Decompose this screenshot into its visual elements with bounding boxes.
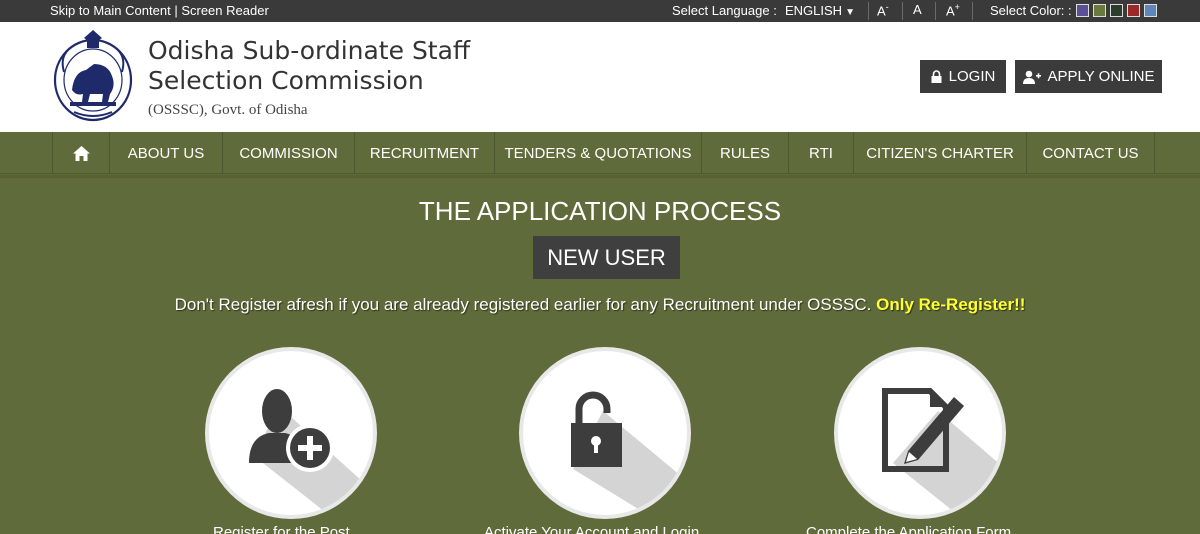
apply-online-label: APPLY ONLINE [1047, 68, 1155, 85]
color-swatch[interactable] [1076, 4, 1089, 17]
site-title-line1: Odisha Sub-ordinate Staff [148, 36, 471, 65]
skip-to-main-content-link[interactable]: Skip to Main Content [50, 3, 171, 18]
user-add-icon [249, 389, 373, 515]
login-label: LOGIN [948, 68, 996, 85]
font-decrease-label: A [877, 3, 886, 19]
font-normal-button[interactable]: A [913, 2, 922, 17]
language-select-value: ENGLISH [785, 3, 843, 18]
user-add-icon [1022, 70, 1041, 84]
home-icon [72, 145, 90, 161]
nav-commission[interactable]: COMMISSION [222, 132, 354, 174]
notice-highlight: Only Re-Register!! [876, 295, 1026, 314]
divider [902, 2, 903, 20]
site-subtitle: (OSSSC), Govt. of Odisha [148, 102, 308, 118]
nav-home[interactable] [52, 132, 109, 174]
color-label: Select Color: : [990, 3, 1072, 18]
odisha-emblem-logo [53, 30, 133, 122]
login-button[interactable]: LOGIN [920, 60, 1006, 93]
main-navigation: ABOUT US COMMISSION RECRUITMENT TENDERS … [0, 132, 1200, 174]
step-activate-circle[interactable] [523, 351, 687, 515]
step-register-circle[interactable] [209, 351, 373, 515]
accessibility-links: Skip to Main Content | Screen Reader [50, 3, 269, 18]
font-increase-label: A [946, 3, 955, 19]
step-complete-form-circle[interactable] [838, 351, 1002, 515]
chevron-down-icon: ▼ [845, 7, 855, 18]
step-activate-label: Activate Your Account and Login [484, 524, 700, 534]
edit-form-icon [882, 388, 1002, 515]
registration-notice: Don't Register afresh if you are already… [0, 295, 1200, 315]
nav-rules[interactable]: RULES [701, 132, 788, 174]
nav-about-us[interactable]: ABOUT US [109, 132, 222, 174]
step-register-label: Register for the Post [213, 524, 350, 534]
apply-online-button[interactable]: APPLY ONLINE [1015, 60, 1162, 93]
nav-tenders-quotations[interactable]: TENDERS & QUOTATIONS [494, 132, 701, 174]
divider [935, 2, 936, 20]
new-user-badge: NEW USER [533, 236, 680, 279]
nav-citizens-charter[interactable]: CITIZEN'S CHARTER [853, 132, 1026, 174]
nav-rti[interactable]: RTI [788, 132, 853, 174]
color-swatch[interactable] [1127, 4, 1140, 17]
divider [972, 2, 973, 20]
language-select[interactable]: ENGLISH ▼ [785, 3, 855, 18]
application-process-section: THE APPLICATION PROCESS NEW USER Don't R… [0, 175, 1200, 534]
unlock-icon [571, 391, 687, 515]
font-increase-button[interactable]: A+ [946, 2, 960, 18]
color-swatch[interactable] [1144, 4, 1157, 17]
lock-icon [931, 70, 942, 83]
step-complete-form-label: Complete the Application Form [806, 524, 1012, 534]
screen-reader-link[interactable]: Screen Reader [181, 3, 268, 18]
section-title: THE APPLICATION PROCESS [418, 196, 782, 226]
color-swatch[interactable] [1093, 4, 1106, 17]
top-utility-bar: Skip to Main Content | Screen Reader Sel… [0, 0, 1200, 22]
nav-recruitment[interactable]: RECRUITMENT [354, 132, 494, 174]
site-header: Odisha Sub-ordinate Staff Selection Comm… [0, 22, 1200, 132]
notice-text: Don't Register afresh if you are already… [174, 295, 872, 314]
language-label: Select Language : [672, 3, 777, 18]
color-swatch[interactable] [1110, 4, 1123, 17]
link-divider: | [174, 3, 178, 18]
font-decrease-button[interactable]: A- [877, 2, 889, 18]
nav-contact-us[interactable]: CONTACT US [1026, 132, 1155, 174]
divider [868, 2, 869, 20]
site-title-line2: Selection Commission [148, 66, 424, 95]
